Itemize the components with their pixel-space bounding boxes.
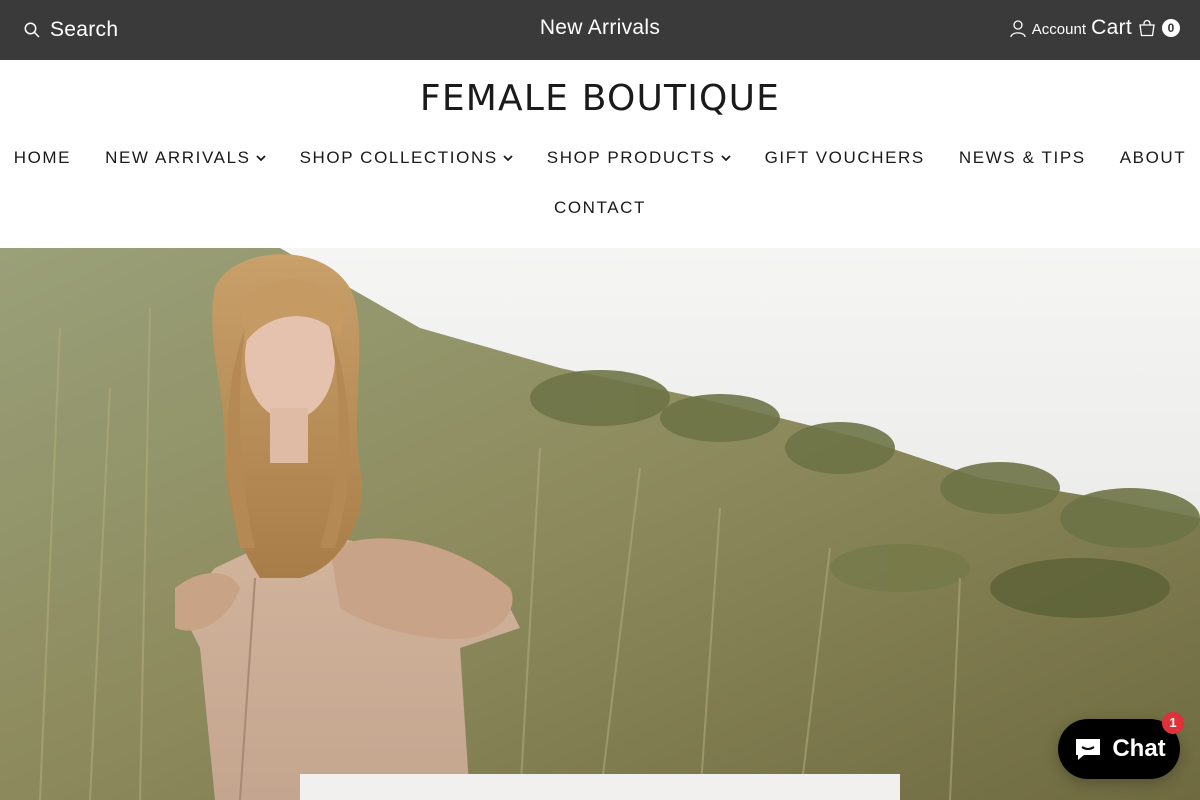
announcement-link[interactable]: New Arrivals bbox=[540, 16, 660, 39]
nav-label: CONTACT bbox=[553, 198, 647, 217]
logo-link[interactable]: FEMALE BOUTIQUE bbox=[420, 78, 780, 119]
hero-banner[interactable] bbox=[0, 248, 1200, 800]
chat-bubble-icon bbox=[1076, 739, 1101, 760]
nav-item-shop-collections[interactable]: SHOP COLLECTIONS bbox=[300, 148, 513, 168]
chevron-down-icon bbox=[503, 155, 513, 162]
nav-item-contact[interactable]: CONTACT bbox=[554, 198, 646, 218]
nav-item-gift-vouchers[interactable]: GIFT VOUCHERS bbox=[765, 148, 925, 168]
search-label: Search bbox=[50, 18, 119, 41]
hero-caption-card bbox=[300, 774, 900, 800]
search-icon bbox=[24, 22, 40, 38]
search-button[interactable]: Search bbox=[24, 16, 118, 44]
main-navigation-row-2: CONTACT bbox=[0, 198, 1200, 218]
nav-label: NEWS & TIPS bbox=[958, 148, 1086, 167]
nav-label: GIFT VOUCHERS bbox=[764, 148, 925, 167]
user-icon bbox=[1010, 20, 1026, 38]
nav-item-new-arrivals[interactable]: NEW ARRIVALS bbox=[105, 148, 266, 168]
account-label: Account bbox=[1031, 20, 1086, 38]
nav-label: NEW ARRIVALS bbox=[105, 148, 251, 167]
cart-button[interactable]: Cart 0 bbox=[1091, 16, 1180, 40]
nav-label: HOME bbox=[13, 148, 72, 167]
chevron-down-icon bbox=[720, 155, 731, 162]
cart-label: Cart bbox=[1091, 16, 1132, 39]
account-link[interactable]: Account bbox=[1010, 20, 1086, 38]
nav-item-about[interactable]: ABOUT bbox=[1120, 148, 1187, 168]
chat-button[interactable]: Chat bbox=[1058, 719, 1180, 779]
nav-label: SHOP COLLECTIONS bbox=[299, 148, 498, 167]
main-navigation: HOME NEW ARRIVALS SHOP COLLECTIONS SHOP … bbox=[0, 148, 1200, 168]
nav-label: ABOUT bbox=[1119, 148, 1187, 167]
shopping-bag-icon bbox=[1139, 19, 1155, 37]
nav-item-news-tips[interactable]: NEWS & TIPS bbox=[959, 148, 1086, 168]
chat-notification-badge: 1 bbox=[1162, 712, 1184, 734]
nav-label: SHOP PRODUCTS bbox=[546, 148, 716, 167]
chat-label: Chat bbox=[1112, 735, 1166, 762]
chevron-down-icon bbox=[255, 155, 266, 162]
hero-image bbox=[0, 248, 1200, 800]
site-logo: FEMALE BOUTIQUE bbox=[0, 78, 1200, 119]
nav-item-home[interactable]: HOME bbox=[14, 148, 71, 168]
nav-item-shop-products[interactable]: SHOP PRODUCTS bbox=[547, 148, 731, 168]
cart-count-badge: 0 bbox=[1162, 19, 1180, 37]
top-bar: Search New Arrivals Account Cart 0 bbox=[0, 0, 1200, 60]
